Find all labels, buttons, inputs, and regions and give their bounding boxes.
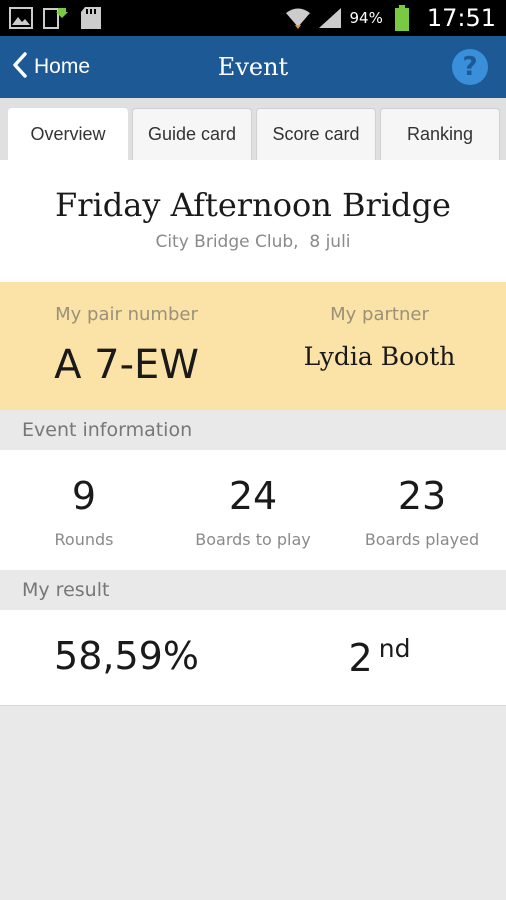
result-rank-value: 2 — [348, 636, 373, 680]
stat-label: Boards played — [364, 530, 480, 549]
stat-value: 24 — [228, 474, 278, 518]
result-panel: 58,59% 2nd — [0, 610, 506, 706]
my-result-header: My result — [0, 570, 506, 610]
chevron-left-icon — [12, 51, 28, 83]
signal-icon — [317, 5, 343, 31]
wifi-icon — [285, 5, 311, 31]
action-bar: Home Event ? — [0, 36, 506, 98]
event-header: Friday Afternoon Bridge City Bridge Club… — [0, 160, 506, 282]
tab-ranking[interactable]: Ranking — [380, 108, 500, 160]
stat-value: 9 — [71, 474, 97, 518]
stat-value: 23 — [397, 474, 447, 518]
status-bar: 94% 17:51 — [0, 0, 506, 36]
event-information-header: Event information — [0, 410, 506, 450]
download-icon — [43, 5, 69, 31]
battery-percentage: 94% — [349, 9, 383, 27]
pair-number-value: A 7-EW — [54, 342, 199, 388]
help-icon: ? — [462, 52, 478, 82]
event-subtitle: City Bridge Club, 8 juli — [155, 232, 351, 252]
back-label: Home — [34, 55, 91, 78]
help-button[interactable]: ? — [452, 49, 488, 85]
pair-panel: My pair number A 7-EW My partner Lydia B… — [0, 282, 506, 410]
status-time: 17:51 — [426, 4, 496, 32]
tab-overview[interactable]: Overview — [8, 108, 128, 160]
gallery-icon — [8, 5, 34, 31]
sd-card-icon — [78, 5, 104, 31]
event-title: Friday Afternoon Bridge — [55, 186, 451, 224]
tab-score-card[interactable]: Score card — [256, 108, 376, 160]
result-rank-suffix: nd — [378, 634, 411, 663]
battery-icon — [389, 5, 415, 31]
partner-name: Lydia Booth — [303, 342, 456, 371]
pair-number-label: My pair number — [55, 304, 198, 325]
tab-bar: Overview Guide card Score card Ranking — [0, 98, 506, 160]
tab-guide-card[interactable]: Guide card — [132, 108, 252, 160]
stat-label: Boards to play — [195, 530, 311, 549]
result-percentage: 58,59% — [54, 634, 199, 678]
result-rank: 2nd — [253, 634, 506, 680]
stat-label: Rounds — [54, 530, 114, 549]
partner-label: My partner — [330, 304, 429, 325]
home-back-button[interactable]: Home — [12, 36, 90, 98]
event-stats: 9 Rounds 24 Boards to play 23 Boards pla… — [0, 450, 506, 570]
